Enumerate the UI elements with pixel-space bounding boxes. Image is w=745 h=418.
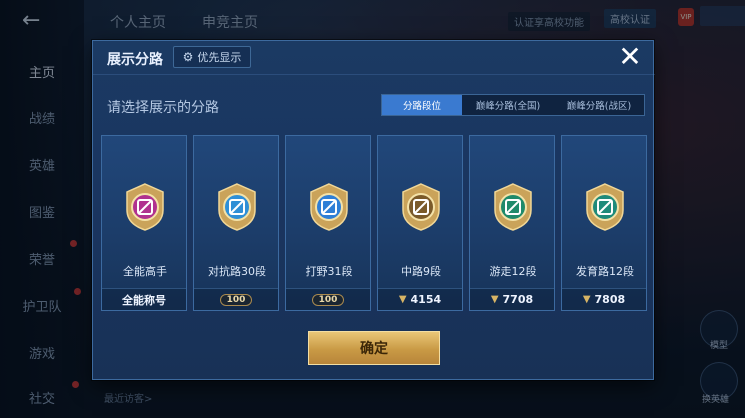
dialog-title: 展示分路 [107,52,163,68]
peak-points-icon: ▼ [398,294,407,305]
title-text: 全能称号 [122,293,166,307]
confirm-button[interactable]: 确定 [308,331,440,365]
lane-tabs: 分路段位 巅峰分路(全国) 巅峰分路(战区) [381,94,645,116]
lane-card-footer: ▼ 7808 [562,288,646,310]
lane-card[interactable]: 打野31段 100 [285,135,371,311]
lane-card[interactable]: 中路9段 ▼ 4154 [377,135,463,311]
peak-points-value: 4154 [410,293,442,306]
tab-peak-national[interactable]: 巅峰分路(全国) [462,95,554,115]
lane-card[interactable]: 全能高手 全能称号 [101,135,187,311]
tab-peak-region[interactable]: 巅峰分路(战区) [554,95,644,115]
tab-lane-rank[interactable]: 分路段位 [382,95,462,115]
lane-card-footer: 100 [286,288,370,310]
clash-lane-emblem-icon [218,183,256,231]
mid-lane-emblem-icon [402,183,440,231]
farm-lane-emblem-icon [586,183,624,231]
lane-card[interactable]: 对抗路30段 100 [193,135,279,311]
lane-card-footer: 100 [194,288,278,310]
lane-display-dialog: 展示分路 ⚙ 优先显示 ✕ 请选择展示的分路 分路段位 巅峰分路(全国) 巅峰分… [92,40,655,380]
dialog-header: 展示分路 ⚙ 优先显示 ✕ [93,41,655,75]
lane-card-label: 发育路12段 [576,265,634,278]
proficiency-level-tag: 100 [311,293,345,306]
priority-display-button[interactable]: ⚙ 优先显示 [173,46,251,68]
lane-card[interactable]: 游走12段 ▼ 7708 [469,135,555,311]
lane-card-label: 打野31段 [305,265,353,278]
peak-points-icon: ▼ [582,294,591,305]
dialog-subtitle: 请选择展示的分路 [107,100,219,116]
lane-card-label: 中路9段 [401,265,441,278]
gear-icon: ⚙ [182,50,194,64]
lane-card-label: 游走12段 [489,265,537,278]
lane-card-label: 对抗路30段 [208,265,266,278]
priority-display-label: 优先显示 [197,51,242,64]
lane-card-label: 全能高手 [123,265,167,278]
peak-points-icon: ▼ [490,294,499,305]
lane-card-footer: 全能称号 [102,288,186,310]
roam-emblem-icon [494,183,532,231]
lane-card-footer: ▼ 4154 [378,288,462,310]
lane-card-footer: ▼ 7708 [470,288,554,310]
peak-points-value: 7808 [594,293,626,306]
lane-card[interactable]: 发育路12段 ▼ 7808 [561,135,647,311]
all-round-emblem-icon [126,183,164,231]
lane-cards: 全能高手 全能称号 对抗路30段 100 打野31段 100 中路9段 ▼ 4154 游走12段 ▼… [101,135,647,311]
jungle-emblem-icon [310,183,348,231]
proficiency-level-tag: 100 [219,293,253,306]
close-icon[interactable]: ✕ [615,42,645,72]
peak-points-value: 7708 [502,293,534,306]
